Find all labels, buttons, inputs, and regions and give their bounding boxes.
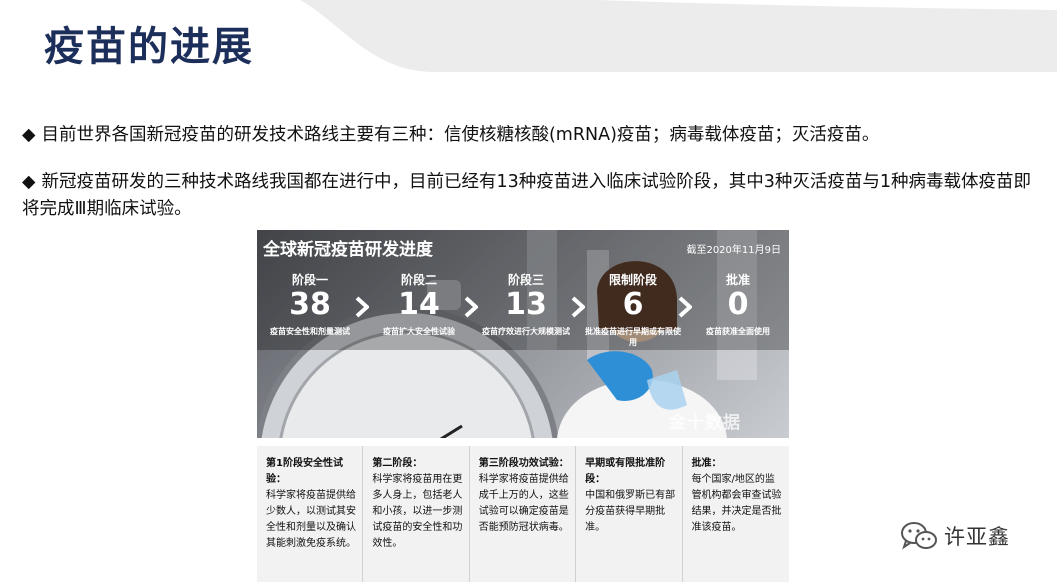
description-column-2: 第二阶段： 科学家将疫苗用在更多人身上，包括老人和小孩，以进一步测试疫苗的安全性… <box>363 446 470 582</box>
bullet-text-2: 新冠疫苗研发的三种技术路线我国都在进行中，目前已经有13种疫苗进入临床试验阶段，… <box>22 172 1032 219</box>
stage-card-2: 阶段二 14 疫苗扩大安全性试验 <box>371 272 467 337</box>
diamond-bullet-icon: ◆ <box>22 172 36 192</box>
source-watermark: 金十数据 <box>669 413 741 433</box>
description-text: 每个国家/地区的监管机构都会审查试验结果，并决定是否批准该疫苗。 <box>691 474 782 533</box>
stage-desc: 批准疫苗进行早期或有限使用 <box>585 327 681 347</box>
description-column-4: 早期或有限批准阶段： 中国和俄罗斯已有部分疫苗获得早期批准。 <box>576 446 683 582</box>
chevron-right-icon <box>464 296 478 318</box>
bullet-list: ◆ 目前世界各国新冠疫苗的研发技术路线主要有三种：信使核糖核酸(mRNA)疫苗；病… <box>22 122 1047 243</box>
stage-name: 阶段三 <box>507 273 544 287</box>
stage-count: 14 <box>398 287 440 322</box>
stage-card-1: 阶段一 38 疫苗安全性和剂量测试 <box>262 272 358 337</box>
description-heading: 批准： <box>691 458 722 469</box>
description-text: 中国和俄罗斯已有部分疫苗获得早期批准。 <box>585 490 676 533</box>
bullet-item-2: ◆ 新冠疫苗研发的三种技术路线我国都在进行中，目前已经有13种疫苗进入临床试验阶段… <box>22 169 1047 223</box>
stage-desc: 疫苗安全性和剂量测试 <box>270 327 350 336</box>
stage-desc: 疫苗扩大安全性试验 <box>383 327 455 336</box>
infographic-banner: 全球新冠疫苗研发进度 截至2020年11月9日 阶段一 38 疫苗安全性和剂量测… <box>257 230 789 438</box>
stage-count: 38 <box>289 287 331 322</box>
description-heading: 早期或有限批准阶段： <box>585 458 666 485</box>
stage-description-table: 第1阶段安全性试验： 科学家将疫苗提供给少数人，以测试其安全性和剂量以及确认其能… <box>257 446 789 582</box>
description-text: 科学家将疫苗提供给少数人，以测试其安全性和剂量以及确认其能刺激免疫系统。 <box>266 490 356 549</box>
description-heading: 第二阶段： <box>372 458 423 469</box>
infographic-date: 截至2020年11月9日 <box>686 245 781 256</box>
stage-card-5: 批准 0 疫苗获准全面使用 <box>690 272 786 337</box>
description-column-5: 批准： 每个国家/地区的监管机构都会审查试验结果，并决定是否批准该疫苗。 <box>683 446 789 582</box>
author-name: 许亚鑫 <box>944 525 1010 549</box>
description-text: 科学家将疫苗用在更多人身上，包括老人和小孩，以进一步测试疫苗的安全性和功效性。 <box>372 474 463 549</box>
description-column-3: 第三阶段功效试验： 科学家将疫苗提供给成千上万的人，这些试验可以确定疫苗是否能预… <box>470 446 577 582</box>
title-band: 疫苗的进展 <box>0 0 1057 96</box>
stage-desc: 疫苗获准全面使用 <box>706 327 770 336</box>
infographic-title: 全球新冠疫苗研发进度 <box>263 240 433 260</box>
wechat-icon <box>901 522 937 550</box>
description-column-1: 第1阶段安全性试验： 科学家将疫苗提供给少数人，以测试其安全性和剂量以及确认其能… <box>257 446 364 582</box>
stage-card-3: 阶段三 13 疫苗疗效进行大规模测试 <box>478 272 574 337</box>
stage-name: 阶段一 <box>291 273 328 287</box>
description-heading: 第三阶段功效试验： <box>478 458 569 469</box>
description-heading: 第1阶段安全性试验： <box>266 458 343 485</box>
stage-name: 限制阶段 <box>608 273 657 287</box>
bullet-text-1: 目前世界各国新冠疫苗的研发技术路线主要有三种：信使核糖核酸(mRNA)疫苗；病毒… <box>41 125 880 145</box>
chevron-right-icon <box>355 296 369 318</box>
stage-name: 批准 <box>725 273 750 287</box>
stage-desc: 疫苗疗效进行大规模测试 <box>482 327 570 336</box>
diamond-bullet-icon: ◆ <box>22 125 36 145</box>
author-brand: 许亚鑫 <box>900 521 1010 551</box>
page-title: 疫苗的进展 <box>44 24 254 70</box>
stage-card-4: 限制阶段 6 批准疫苗进行早期或有限使用 <box>585 272 681 348</box>
stage-name: 阶段二 <box>400 273 437 287</box>
description-text: 科学家将疫苗提供给成千上万的人，这些试验可以确定疫苗是否能预防冠状病毒。 <box>478 474 569 533</box>
stage-count: 0 <box>727 287 749 322</box>
bullet-item-1: ◆ 目前世界各国新冠疫苗的研发技术路线主要有三种：信使核糖核酸(mRNA)疫苗；病… <box>22 122 1047 149</box>
vaccine-progress-infographic: 全球新冠疫苗研发进度 截至2020年11月9日 阶段一 38 疫苗安全性和剂量测… <box>257 230 789 582</box>
chevron-right-icon <box>571 296 585 318</box>
stage-count: 13 <box>505 287 547 322</box>
stage-count: 6 <box>622 287 644 322</box>
